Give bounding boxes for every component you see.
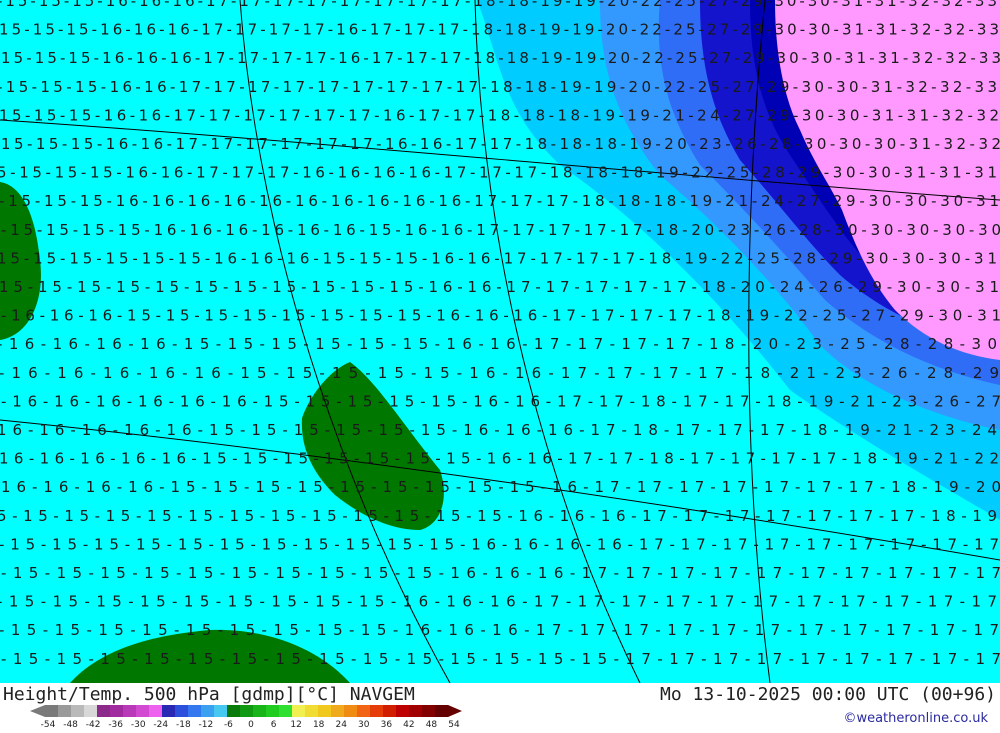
temperature-label-row: 16-16-16-16-15-15-15-15-15-15-15-15-15-1… bbox=[1, 478, 1000, 496]
legend-tick-label: 24 bbox=[335, 720, 347, 730]
map-title: Height/Temp. 500 hPa [gdmp][°C] NAVGEM bbox=[3, 684, 415, 705]
legend-tick-label: 48 bbox=[426, 720, 438, 730]
map-canvas: -15-15-15-16-16-16-17-17-17-17-17-17-17-… bbox=[0, 0, 1000, 683]
legend-color-swatch bbox=[240, 705, 254, 717]
legend-tick-label: -12 bbox=[199, 720, 214, 730]
legend-color-swatch bbox=[201, 705, 215, 717]
legend-tick-label: -48 bbox=[63, 720, 78, 730]
legend-color-swatch bbox=[344, 705, 358, 717]
legend-tick-labels: -54 -48 -42 -36 -30 -24 -18 -12 -6 0 6 12 18 24 30 36 42… bbox=[41, 720, 460, 730]
legend-tick-label: -36 bbox=[108, 720, 123, 730]
temperature-label-row: 15-15-15-16-16-16-17-17-17-17-16-17-17-1… bbox=[1, 49, 1000, 67]
legend-arrow-low bbox=[30, 705, 45, 717]
legend-color-swatch bbox=[136, 705, 150, 717]
legend-arrow-high bbox=[448, 705, 462, 717]
legend-color-swatch bbox=[214, 705, 228, 717]
legend-color-swatch bbox=[97, 705, 111, 717]
legend-color-swatch bbox=[396, 705, 410, 717]
legend-color-swatch bbox=[175, 705, 189, 717]
legend-color-swatch bbox=[123, 705, 137, 717]
valid-time: Mo 13-10-2025 00:00 UTC (00+96) bbox=[660, 684, 996, 705]
legend-color-swatch bbox=[149, 705, 163, 717]
legend-tick-label: 30 bbox=[358, 720, 370, 730]
legend-tick-label: -6 bbox=[224, 720, 233, 730]
legend-color-scale bbox=[30, 705, 462, 717]
legend-color-swatch bbox=[331, 705, 345, 717]
temperature-label-row: -15-15-15-15-15-15-15-15-15-16-16-16-17-… bbox=[0, 593, 997, 611]
legend-color-swatch bbox=[435, 705, 449, 717]
legend-tick-label: -30 bbox=[131, 720, 146, 730]
legend-color-swatch bbox=[45, 705, 59, 717]
legend-color-swatch bbox=[279, 705, 293, 717]
legend-color-swatch bbox=[305, 705, 319, 717]
legend-color-swatch bbox=[84, 705, 98, 717]
legend-color-swatch bbox=[318, 705, 332, 717]
legend-tick-label: 12 bbox=[290, 720, 301, 730]
legend-tick-label: -18 bbox=[176, 720, 191, 730]
legend-tick-label: 36 bbox=[381, 720, 393, 730]
color-legend: -54 -48 -42 -36 -30 -24 -18 -12 -6 0 6 12 18 24 30 36 42… bbox=[30, 705, 462, 730]
temperature-label-row: -15-15-15-15-15-15-15-15-15-16-16-16-17-… bbox=[0, 621, 999, 639]
temperature-label-row: -15-15-15-15-15-15-15-15-15-15-15-15-15-… bbox=[1, 650, 1000, 668]
weather-map: -15-15-15-16-16-16-17-17-17-17-17-17-17-… bbox=[0, 0, 1000, 733]
legend-color-swatch bbox=[227, 705, 241, 717]
map-footer: Height/Temp. 500 hPa [gdmp][°C] NAVGEM M… bbox=[0, 683, 1000, 733]
legend-color-swatch bbox=[383, 705, 397, 717]
temperature-label-row: -15-15-15-15-15-15-15-15-15-15-16-16-16-… bbox=[1, 564, 1000, 582]
legend-tick-label: 54 bbox=[448, 720, 460, 730]
legend-tick-label: 0 bbox=[248, 720, 254, 730]
temperature-label-row: 15-15-15-15-15-15-16-16-16-15-15-15-16-1… bbox=[0, 249, 997, 267]
temperature-label-row: -16-16-16-16-15-15-15-15-15-15-16-16-17-… bbox=[0, 335, 997, 353]
temperature-label-row: 15-15-15-15-15-15-15-15-15-15-15-16-16-1… bbox=[0, 278, 999, 296]
legend-tick-label: -42 bbox=[86, 720, 101, 730]
legend-color-swatch bbox=[253, 705, 267, 717]
legend-tick-label: 6 bbox=[271, 720, 277, 730]
credit-link[interactable]: ©weatheronline.co.uk bbox=[843, 711, 988, 726]
legend-color-swatch bbox=[357, 705, 371, 717]
legend-color-swatch bbox=[71, 705, 85, 717]
legend-color-swatch bbox=[266, 705, 280, 717]
legend-tick-label: -24 bbox=[153, 720, 168, 730]
legend-color-swatch bbox=[58, 705, 72, 717]
legend-color-swatch bbox=[422, 705, 436, 717]
legend-color-swatch bbox=[370, 705, 384, 717]
legend-color-swatch bbox=[292, 705, 306, 717]
legend-tick-label: 42 bbox=[403, 720, 414, 730]
legend-color-swatch bbox=[409, 705, 423, 717]
legend-color-swatch bbox=[188, 705, 202, 717]
temperature-label-row: 15-15-15-16-16-16-17-17-17-17-16-17-17-1… bbox=[0, 21, 999, 39]
legend-color-swatch bbox=[110, 705, 124, 717]
legend-tick-label: -54 bbox=[41, 720, 56, 730]
legend-tick-label: 18 bbox=[313, 720, 325, 730]
legend-color-swatch bbox=[162, 705, 176, 717]
